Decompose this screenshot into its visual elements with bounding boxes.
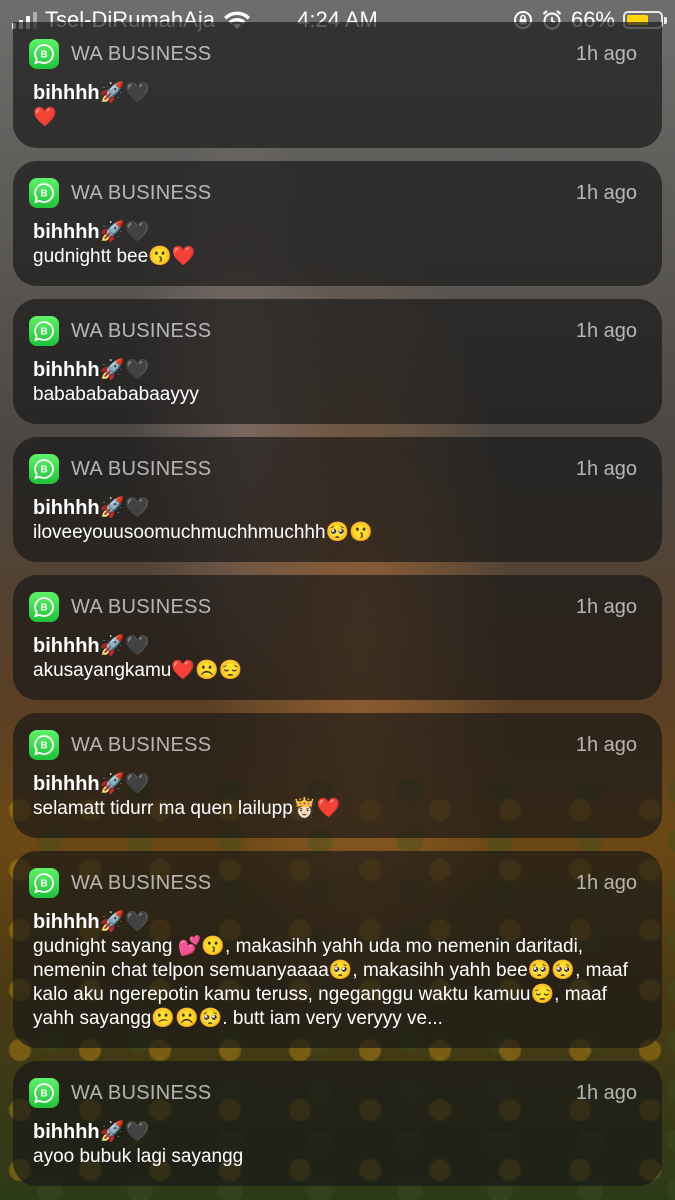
notification-time: 1h ago bbox=[575, 595, 637, 618]
svg-text:B: B bbox=[40, 465, 47, 476]
notification-app-name: WA BUSINESS bbox=[71, 457, 212, 480]
whatsapp-business-icon: B bbox=[29, 178, 59, 208]
notification-header: B WA BUSINESS 1h ago bbox=[29, 309, 642, 353]
whatsapp-business-icon: B bbox=[29, 39, 59, 69]
notification-card[interactable]: B WA BUSINESS 1h ago bihhhh🚀🖤 ❤️ bbox=[13, 22, 662, 148]
notification-time: 1h ago bbox=[575, 871, 637, 894]
notification-card[interactable]: B WA BUSINESS 1h ago bihhhh🚀🖤 iloveeyouu… bbox=[13, 437, 662, 562]
notification-card[interactable]: B WA BUSINESS 1h ago bihhhh🚀🖤 gudnightt … bbox=[13, 161, 662, 286]
notification-title: bihhhh🚀🖤 bbox=[33, 911, 150, 933]
notification-title: bihhhh🚀🖤 bbox=[33, 1121, 150, 1143]
whatsapp-business-icon: B bbox=[29, 316, 59, 346]
svg-text:B: B bbox=[40, 1089, 47, 1100]
whatsapp-business-icon: B bbox=[29, 1078, 59, 1108]
notification-card[interactable]: B WA BUSINESS 1h ago bihhhh🚀🖤 selamatt t… bbox=[13, 713, 662, 838]
notification-header: B WA BUSINESS 1h ago bbox=[29, 32, 642, 76]
notification-time: 1h ago bbox=[575, 733, 637, 756]
notification-app-name: WA BUSINESS bbox=[71, 871, 212, 894]
notification-title: bihhhh🚀🖤 bbox=[33, 635, 150, 657]
notification-header: B WA BUSINESS 1h ago bbox=[29, 861, 642, 905]
notification-header: B WA BUSINESS 1h ago bbox=[29, 723, 642, 767]
notification-card[interactable]: B WA BUSINESS 1h ago bihhhh🚀🖤 akusayangk… bbox=[13, 575, 662, 700]
notification-card[interactable]: B WA BUSINESS 1h ago bihhhh🚀🖤 gudnight s… bbox=[13, 851, 662, 1048]
notification-header: B WA BUSINESS 1h ago bbox=[29, 1071, 642, 1115]
notification-card[interactable]: B WA BUSINESS 1h ago bihhhh🚀🖤 ayoo bubuk… bbox=[13, 1061, 662, 1186]
notification-app-name: WA BUSINESS bbox=[71, 181, 212, 204]
notification-time: 1h ago bbox=[575, 181, 637, 204]
notification-card[interactable]: B WA BUSINESS 1h ago bihhhh🚀🖤 bababababa… bbox=[13, 299, 662, 424]
notification-body: babababababaayyy bbox=[33, 384, 199, 405]
notification-app-name: WA BUSINESS bbox=[71, 595, 212, 618]
notification-app-name: WA BUSINESS bbox=[71, 319, 212, 342]
notification-body: ayoo bubuk lagi sayangg bbox=[33, 1146, 244, 1167]
notification-body: gudnightt bee😗❤️ bbox=[33, 246, 196, 267]
svg-text:B: B bbox=[40, 741, 47, 752]
notification-header: B WA BUSINESS 1h ago bbox=[29, 171, 642, 215]
notification-app-name: WA BUSINESS bbox=[71, 733, 212, 756]
notification-app-name: WA BUSINESS bbox=[71, 1081, 212, 1104]
notification-header: B WA BUSINESS 1h ago bbox=[29, 585, 642, 629]
notification-time: 1h ago bbox=[575, 1081, 637, 1104]
notification-body: gudnight sayang 💕😗, makasihh yahh uda mo… bbox=[33, 936, 628, 1029]
notification-title: bihhhh🚀🖤 bbox=[33, 497, 150, 519]
notification-title: bihhhh🚀🖤 bbox=[33, 82, 150, 104]
notification-body: selamatt tidurr ma quen lailupp👸🏻❤️ bbox=[33, 798, 341, 819]
svg-text:B: B bbox=[40, 189, 47, 200]
whatsapp-business-icon: B bbox=[29, 868, 59, 898]
svg-text:B: B bbox=[40, 50, 47, 61]
notification-title: bihhhh🚀🖤 bbox=[33, 359, 150, 381]
whatsapp-business-icon: B bbox=[29, 592, 59, 622]
notification-time: 1h ago bbox=[575, 319, 637, 342]
notification-header: B WA BUSINESS 1h ago bbox=[29, 447, 642, 491]
svg-text:B: B bbox=[40, 327, 47, 338]
notification-time: 1h ago bbox=[575, 457, 637, 480]
notification-title: bihhhh🚀🖤 bbox=[33, 221, 150, 243]
notification-title: bihhhh🚀🖤 bbox=[33, 773, 150, 795]
notification-body: akusayangkamu❤️☹️😔 bbox=[33, 660, 243, 681]
notification-time: 1h ago bbox=[575, 42, 637, 65]
notification-body: iloveeyouusoomuchmuchhmuchhh🥺😗 bbox=[33, 522, 373, 543]
svg-text:B: B bbox=[40, 879, 47, 890]
svg-text:B: B bbox=[40, 603, 47, 614]
notification-body: ❤️ bbox=[33, 107, 57, 128]
whatsapp-business-icon: B bbox=[29, 730, 59, 760]
notification-app-name: WA BUSINESS bbox=[71, 42, 212, 65]
whatsapp-business-icon: B bbox=[29, 454, 59, 484]
